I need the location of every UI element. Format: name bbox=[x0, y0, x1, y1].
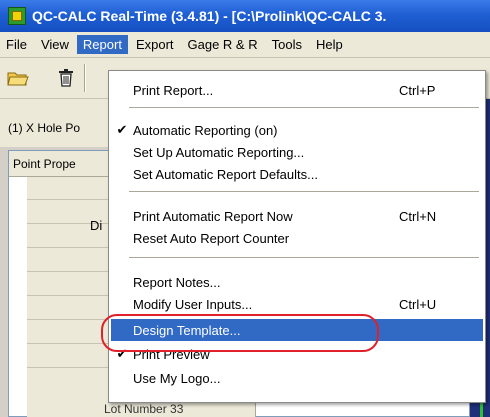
menu-item-shortcut: Ctrl+N bbox=[399, 208, 437, 224]
menu-item-label: Set Up Automatic Reporting... bbox=[133, 144, 305, 160]
property-row-label: Di bbox=[90, 218, 103, 233]
menu-item-print-preview[interactable]: ✔ Print Preview bbox=[111, 343, 483, 365]
menu-item-setup-automatic-reporting[interactable]: Set Up Automatic Reporting... bbox=[111, 141, 483, 163]
menu-item-shortcut: Ctrl+P bbox=[399, 82, 436, 98]
menu-item-label: Modify User Inputs... bbox=[133, 296, 253, 312]
menu-item-set-automatic-report-defaults[interactable]: Set Automatic Report Defaults... bbox=[111, 163, 483, 185]
menu-gage-rr[interactable]: Gage R & R bbox=[182, 35, 264, 54]
window-title: QC-CALC Real-Time (3.4.81) - [C:\Prolink… bbox=[32, 8, 387, 24]
menu-help[interactable]: Help bbox=[310, 35, 349, 54]
menu-item-automatic-reporting[interactable]: ✔ Automatic Reporting (on) bbox=[111, 119, 483, 141]
menubar: File View Report Export Gage R & R Tools… bbox=[0, 32, 490, 58]
menu-export[interactable]: Export bbox=[130, 35, 180, 54]
menu-item-label: Use My Logo... bbox=[133, 370, 221, 386]
lot-number-row: Lot Number 33 bbox=[104, 402, 184, 416]
menu-item-label: Reset Auto Report Counter bbox=[133, 230, 290, 246]
menu-file[interactable]: File bbox=[0, 35, 33, 54]
menu-item-label: Print Automatic Report Now bbox=[133, 208, 293, 224]
menu-separator bbox=[129, 191, 479, 192]
menu-separator bbox=[129, 107, 479, 108]
menu-item-print-report[interactable]: Print Report... Ctrl+P bbox=[111, 79, 483, 101]
menu-item-reset-auto-report-counter[interactable]: Reset Auto Report Counter bbox=[111, 227, 483, 249]
menu-item-print-automatic-report-now[interactable]: Print Automatic Report Now Ctrl+N bbox=[111, 205, 483, 227]
hole-selector-label[interactable]: (1) X Hole Po bbox=[8, 121, 80, 135]
menu-item-design-template[interactable]: Design Template... bbox=[111, 319, 483, 341]
menu-item-label: Print Preview bbox=[133, 346, 210, 362]
menu-view[interactable]: View bbox=[35, 35, 75, 54]
delete-button[interactable] bbox=[54, 66, 78, 90]
menu-item-label: Report Notes... bbox=[133, 274, 221, 290]
menu-item-report-notes[interactable]: Report Notes... bbox=[111, 271, 483, 293]
menu-item-shortcut: Ctrl+U bbox=[399, 296, 437, 312]
menu-item-label: Design Template... bbox=[133, 322, 241, 338]
checkmark-icon: ✔ bbox=[116, 122, 128, 137]
menu-separator bbox=[129, 257, 479, 258]
toolbar-separator bbox=[84, 64, 86, 92]
menu-item-use-my-logo[interactable]: Use My Logo... bbox=[111, 367, 483, 389]
app-icon bbox=[8, 7, 26, 25]
menu-item-label: Automatic Reporting (on) bbox=[133, 122, 278, 138]
menu-item-label: Set Automatic Report Defaults... bbox=[133, 166, 318, 182]
report-menu-dropdown: Print Report... Ctrl+P ✔ Automatic Repor… bbox=[108, 70, 486, 403]
menu-item-modify-user-inputs[interactable]: Modify User Inputs... Ctrl+U bbox=[111, 293, 483, 315]
menu-report[interactable]: Report bbox=[76, 35, 128, 54]
open-folder-icon bbox=[7, 72, 29, 86]
trash-icon bbox=[59, 69, 73, 87]
open-folder-button[interactable] bbox=[6, 66, 30, 90]
window-titlebar[interactable]: QC-CALC Real-Time (3.4.81) - [C:\Prolink… bbox=[0, 0, 490, 32]
menu-item-label: Print Report... bbox=[133, 82, 214, 98]
menu-tools[interactable]: Tools bbox=[266, 35, 308, 54]
checkmark-icon: ✔ bbox=[116, 346, 128, 361]
panel-title: Point Prope bbox=[13, 157, 76, 171]
